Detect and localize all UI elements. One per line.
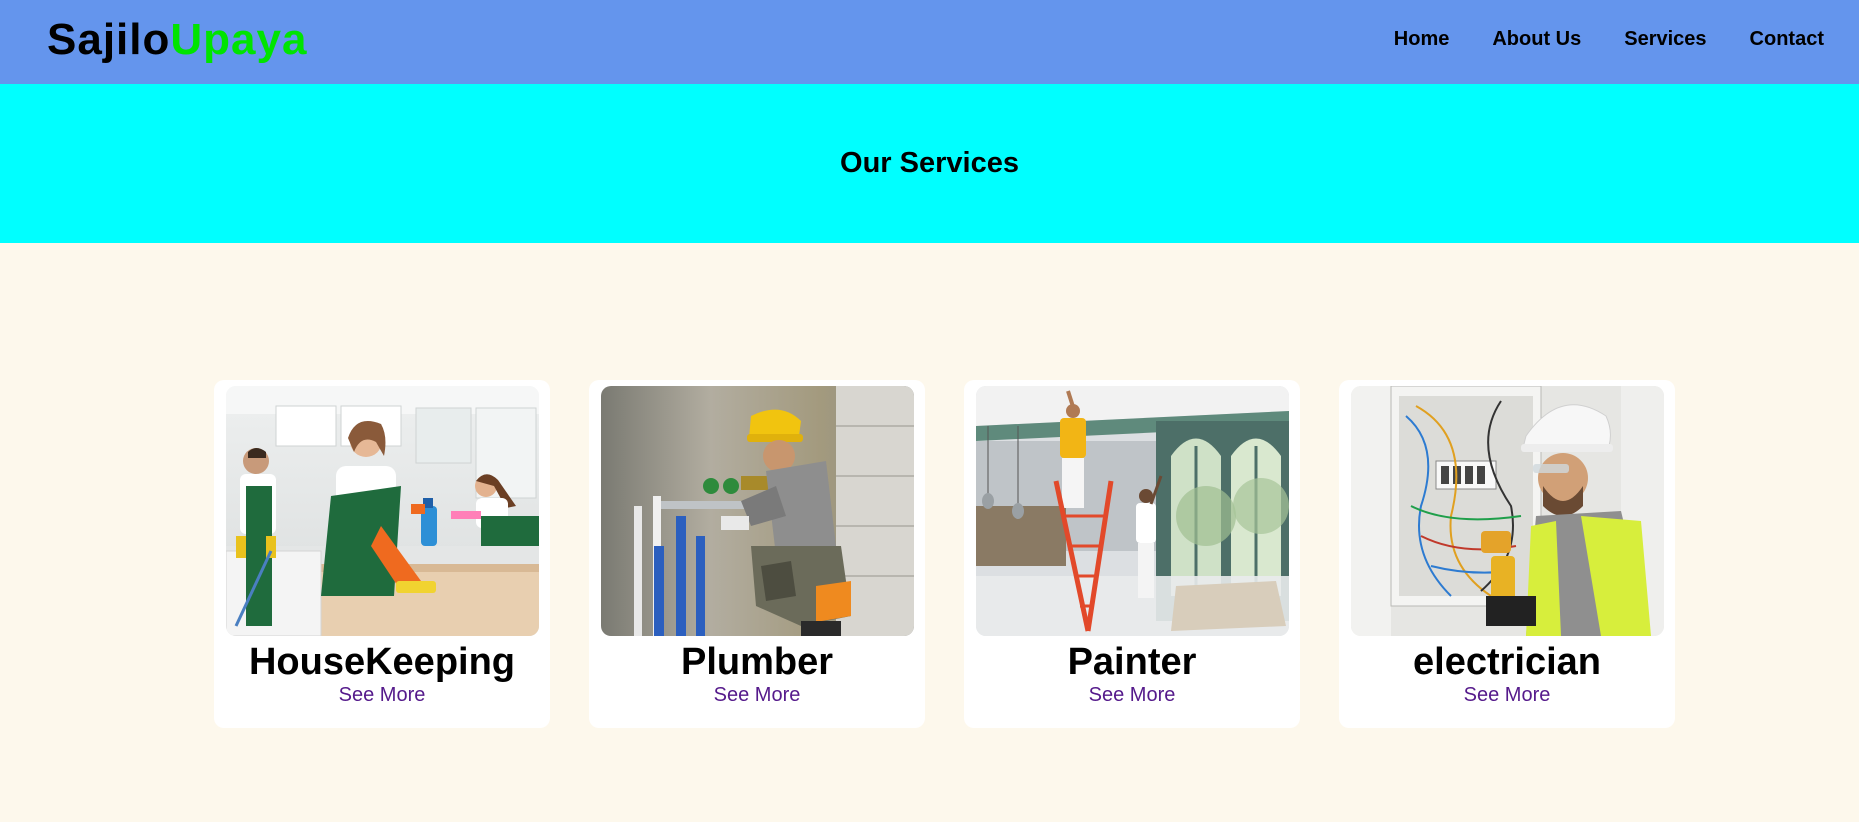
plumber-photo <box>601 386 914 636</box>
nav-link-services[interactable]: Services <box>1624 27 1706 51</box>
housekeeping-photo <box>226 386 539 636</box>
nav-link-home[interactable]: Home <box>1394 27 1450 51</box>
service-card-electrician: electrician See More <box>1339 380 1675 728</box>
service-card-plumber: Plumber See More <box>589 380 925 728</box>
hero-banner: Our Services <box>0 84 1859 243</box>
brand-name-part1: Sajilo <box>47 15 171 64</box>
see-more-link-housekeeping[interactable]: See More <box>214 683 550 707</box>
nav-link-contact[interactable]: Contact <box>1750 27 1824 51</box>
nav-menu: Home About Us Services Contact <box>1394 27 1824 51</box>
nav-link-about-us[interactable]: About Us <box>1492 27 1581 51</box>
see-more-link-painter[interactable]: See More <box>964 683 1300 707</box>
service-card-painter: Painter See More <box>964 380 1300 728</box>
service-title-plumber: Plumber <box>680 641 834 683</box>
service-card-housekeeping: HouseKeeping See More <box>214 380 550 728</box>
service-title-housekeeping: HouseKeeping <box>248 641 516 683</box>
navbar: SajiloUpaya Home About Us Services Conta… <box>0 0 1859 84</box>
service-title-painter: Painter <box>1067 641 1197 683</box>
service-title-electrician: electrician <box>1413 641 1601 683</box>
page-title: Our Services <box>840 147 1019 179</box>
brand-logo[interactable]: SajiloUpaya <box>47 14 307 66</box>
see-more-link-plumber[interactable]: See More <box>589 683 925 707</box>
electrician-photo <box>1351 386 1664 636</box>
see-more-link-electrician[interactable]: See More <box>1339 683 1675 707</box>
painter-photo <box>976 386 1289 636</box>
brand-name-part2: Upaya <box>170 15 308 64</box>
